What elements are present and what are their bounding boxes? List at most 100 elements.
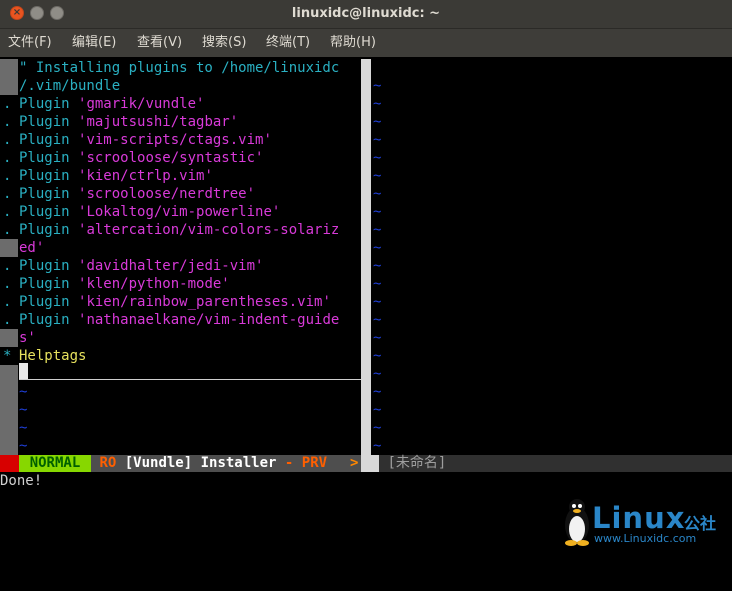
plugin-line: . Plugin 'majutsushi/tagbar'	[0, 113, 238, 131]
unnamed-buffer: [未命名]	[387, 455, 447, 471]
sign-column	[0, 239, 18, 257]
done-marker: .	[3, 204, 12, 220]
tilde-marker: ~	[373, 384, 382, 400]
tilde-marker: ~	[373, 420, 382, 436]
sign-column	[0, 419, 18, 437]
done-marker: .	[3, 294, 12, 310]
watermark: Linux 公社 www.Linuxidc.com	[562, 493, 732, 548]
helptags-text: Helptags	[19, 348, 87, 364]
plugin-name: 'scrooloose/nerdtree'	[78, 186, 256, 202]
menu-terminal[interactable]: 终端(T)	[266, 29, 310, 57]
plugin-line: . Plugin 'vim-scripts/ctags.vim'	[0, 131, 272, 149]
done-marker: .	[3, 132, 12, 148]
tilde-marker: ~	[373, 150, 382, 166]
plugin-keyword: Plugin	[19, 222, 70, 238]
window-split-separator[interactable]	[361, 59, 371, 455]
menu-search[interactable]: 搜索(S)	[202, 29, 246, 57]
plugin-keyword: Plugin	[19, 132, 70, 148]
status-separator	[361, 455, 379, 472]
tilde-marker: ~	[373, 204, 382, 220]
right-buffer-name: [未命名]	[379, 455, 732, 472]
tilde-marker: ~	[373, 312, 382, 328]
tilde-marker: ~	[373, 402, 382, 418]
tilde-marker: ~	[373, 240, 382, 256]
tilde-marker: ~	[373, 258, 382, 274]
mode-indicator: NORMAL	[19, 455, 91, 472]
watermark-cn: 公社	[684, 514, 717, 533]
plugin-name: 'klen/python-mode'	[78, 276, 230, 292]
plugin-line: . Plugin 'Lokaltog/vim-powerline'	[0, 203, 280, 221]
plugin-keyword: Plugin	[19, 114, 70, 130]
tilde-marker: ~	[373, 222, 382, 238]
plugin-name: ed'	[19, 240, 45, 256]
menu-edit[interactable]: 编辑(E)	[72, 29, 116, 57]
helptags-line: * Helptags	[0, 347, 86, 365]
tilde-marker: ~	[373, 294, 382, 310]
tilde-marker: ~	[373, 78, 382, 94]
plugin-line: . Plugin 'klen/python-mode'	[0, 275, 230, 293]
plugin-line-wrap: ed'	[0, 239, 44, 257]
plugin-keyword: Plugin	[19, 258, 70, 274]
sign-column	[0, 329, 18, 347]
tilde-marker: ~	[373, 276, 382, 292]
plugin-name: 'nathanaelkane/vim-indent-guide	[78, 312, 340, 328]
plugin-keyword: Plugin	[19, 312, 70, 328]
done-marker: .	[3, 150, 12, 166]
tilde-marker: ~	[373, 132, 382, 148]
text-cursor	[19, 363, 28, 380]
plugin-line: . Plugin 'scrooloose/syntastic'	[0, 149, 263, 167]
tilde-marker: ~	[373, 348, 382, 364]
buffer-name: [Vundle] Installer	[124, 455, 277, 471]
plugin-line: . Plugin 'kien/ctrlp.vim'	[0, 167, 213, 185]
preview-flag: PRV	[301, 455, 328, 471]
sign-column	[0, 383, 18, 401]
plugin-name: 'kien/rainbow_parentheses.vim'	[78, 294, 331, 310]
plugin-keyword: Plugin	[19, 150, 70, 166]
window-title: linuxidc@linuxidc: ~	[291, 6, 441, 21]
done-marker: .	[3, 96, 12, 112]
tilde-marker: ~	[373, 114, 382, 130]
plugin-keyword: Plugin	[19, 294, 70, 310]
sign-column	[0, 365, 18, 383]
tilde-marker: ~	[19, 402, 28, 418]
tilde-marker: ~	[373, 168, 382, 184]
readonly-flag: RO	[99, 455, 117, 471]
menu-bar: 文件(F) 编辑(E) 查看(V) 搜索(S) 终端(T) 帮助(H)	[0, 29, 732, 57]
plugin-keyword: Plugin	[19, 168, 70, 184]
plugin-name: s'	[19, 330, 36, 346]
comment-text: /.vim/bundle	[19, 78, 121, 94]
status-dash: -	[284, 455, 294, 471]
plugin-line: . Plugin 'davidhalter/jedi-vim'	[0, 257, 263, 275]
tilde-marker: ~	[19, 438, 28, 454]
command-line[interactable]: Done!	[0, 472, 732, 491]
done-marker: .	[3, 276, 12, 292]
menu-help[interactable]: 帮助(H)	[330, 29, 376, 57]
plugin-name: 'scrooloose/syntastic'	[78, 150, 264, 166]
watermark-brand: Linux	[592, 501, 686, 535]
plugin-keyword: Plugin	[19, 186, 70, 202]
vim-line: " Installing plugins to /home/linuxidc	[0, 59, 339, 77]
plugin-name: 'gmarik/vundle'	[78, 96, 205, 112]
tux-penguin-icon	[565, 499, 589, 546]
done-marker: .	[3, 186, 12, 202]
tilde-marker: ~	[373, 366, 382, 382]
plugin-keyword: Plugin	[19, 96, 70, 112]
menu-file[interactable]: 文件(F)	[8, 29, 52, 57]
status-line: NORMAL RO [Vundle] Installer - PRV > [未命…	[0, 455, 732, 472]
done-marker: .	[3, 222, 12, 238]
current-marker: *	[3, 348, 12, 364]
menu-view[interactable]: 查看(V)	[137, 29, 182, 57]
vim-line: /.vim/bundle	[0, 77, 120, 95]
watermark-url: www.Linuxidc.com	[594, 532, 697, 545]
tilde-marker: ~	[373, 96, 382, 112]
plugin-name: 'vim-scripts/ctags.vim'	[78, 132, 272, 148]
plugin-line: . Plugin 'nathanaelkane/vim-indent-guide	[0, 311, 339, 329]
terminal-area[interactable]: " Installing plugins to /home/linuxidc /…	[0, 57, 732, 546]
plugin-line: . Plugin 'gmarik/vundle'	[0, 95, 204, 113]
done-marker: .	[3, 168, 12, 184]
plugin-line: . Plugin 'kien/rainbow_parentheses.vim'	[0, 293, 331, 311]
plugin-keyword: Plugin	[19, 276, 70, 292]
title-bar: × linuxidc@linuxidc: ~	[0, 0, 732, 29]
status-left-block	[0, 455, 19, 472]
tilde-marker: ~	[373, 186, 382, 202]
